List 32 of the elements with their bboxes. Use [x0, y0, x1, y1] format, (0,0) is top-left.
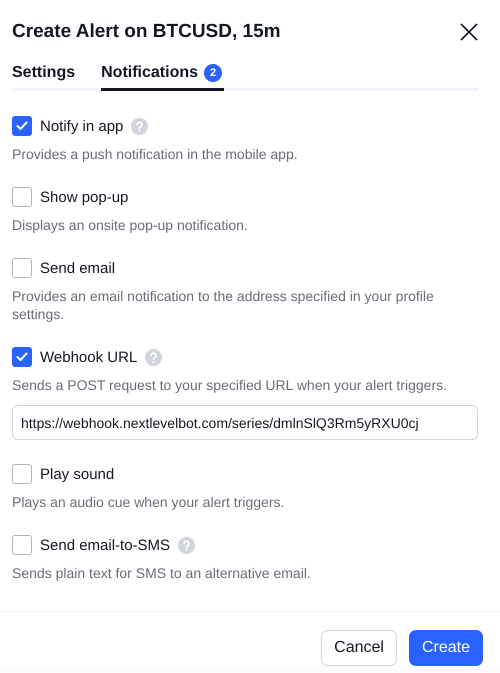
- checkbox[interactable]: [12, 347, 32, 367]
- tab[interactable]: Settings: [12, 58, 78, 91]
- dialog-title: Create Alert on BTCUSD, 15m: [12, 21, 281, 43]
- help-icon[interactable]: [178, 536, 196, 554]
- close-button[interactable]: [458, 21, 480, 43]
- option-label[interactable]: Send email: [40, 260, 116, 276]
- checkbox[interactable]: [12, 535, 32, 555]
- option-label[interactable]: Play sound: [40, 466, 114, 482]
- url-field[interactable]: https://webhook.nextlevelbot.com/series/dmlnSlQ3Rm5yRXU0cj: [12, 405, 478, 440]
- checkmark-icon: [16, 121, 28, 131]
- option-label[interactable]: Notify in app: [40, 118, 124, 134]
- option-label[interactable]: Show pop-up: [40, 188, 128, 206]
- checkbox[interactable]: [12, 464, 32, 484]
- cancel-button[interactable]: Cancel: [321, 630, 397, 666]
- help-icon[interactable]: [131, 118, 148, 134]
- option-description: Plays an audio cue when your alert triggers.: [12, 493, 286, 511]
- help-icon[interactable]: [145, 348, 162, 366]
- option-label[interactable]: Webhook URL: [40, 348, 138, 366]
- option-description: Provides a push notification in the mobile app.: [12, 145, 299, 163]
- option-description: Sends plain text for SMS to an alternative email.: [12, 564, 312, 582]
- option-description: Sends a POST request to your specified URL when your alert triggers.: [12, 376, 448, 394]
- option-label[interactable]: Send email-to-SMS: [40, 536, 170, 554]
- close-icon: [460, 23, 478, 41]
- checkbox[interactable]: [12, 258, 32, 278]
- option-description: Displays an onsite pop-up notification.: [12, 216, 249, 234]
- checkbox[interactable]: [12, 116, 32, 136]
- create-button[interactable]: Create: [408, 630, 483, 666]
- option-description: Provides an email notification to the address specified in your profile settings.: [12, 287, 435, 323]
- count-badge: 2: [204, 64, 222, 82]
- tab[interactable]: Notifications 2: [101, 58, 224, 91]
- checkmark-icon: [16, 352, 28, 362]
- checkbox[interactable]: [12, 187, 32, 207]
